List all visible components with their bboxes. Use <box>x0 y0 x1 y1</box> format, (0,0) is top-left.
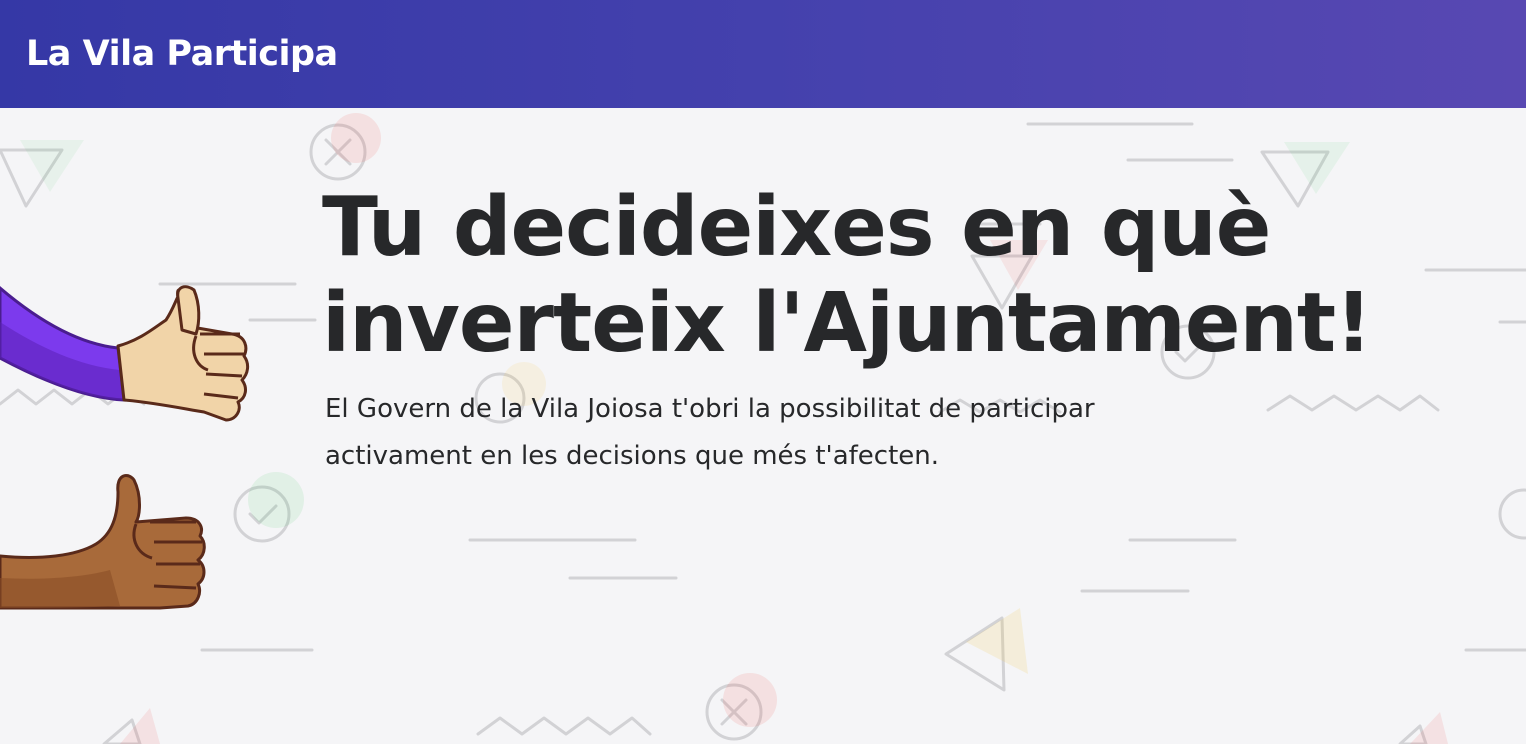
hero-lead-line-2: activament en les decisions que més t'af… <box>325 441 940 471</box>
light-thumbs-up-hand <box>116 285 250 422</box>
hero-headline-line-2: inverteix l'Ajuntament! <box>322 276 1372 371</box>
brand-logo-link[interactable]: La Vila Participa <box>26 34 338 74</box>
thumbs-up-illustration <box>0 285 250 610</box>
hero-lead-line-1: El Govern de la Vila Joiosa t'obri la po… <box>325 394 1095 424</box>
purple-sleeve-arm <box>0 286 126 402</box>
hero-headline-line-1: Tu decideixes en què <box>322 180 1271 275</box>
brown-thumbs-up-hand <box>0 474 206 610</box>
top-header: La Vila Participa <box>0 0 1526 108</box>
hero-headline: Tu decideixes en què inverteix l'Ajuntam… <box>322 180 1502 372</box>
hero-lead-text: El Govern de la Vila Joiosa t'obri la po… <box>325 386 1225 480</box>
hero-section: Tu decideixes en què inverteix l'Ajuntam… <box>0 108 1526 744</box>
